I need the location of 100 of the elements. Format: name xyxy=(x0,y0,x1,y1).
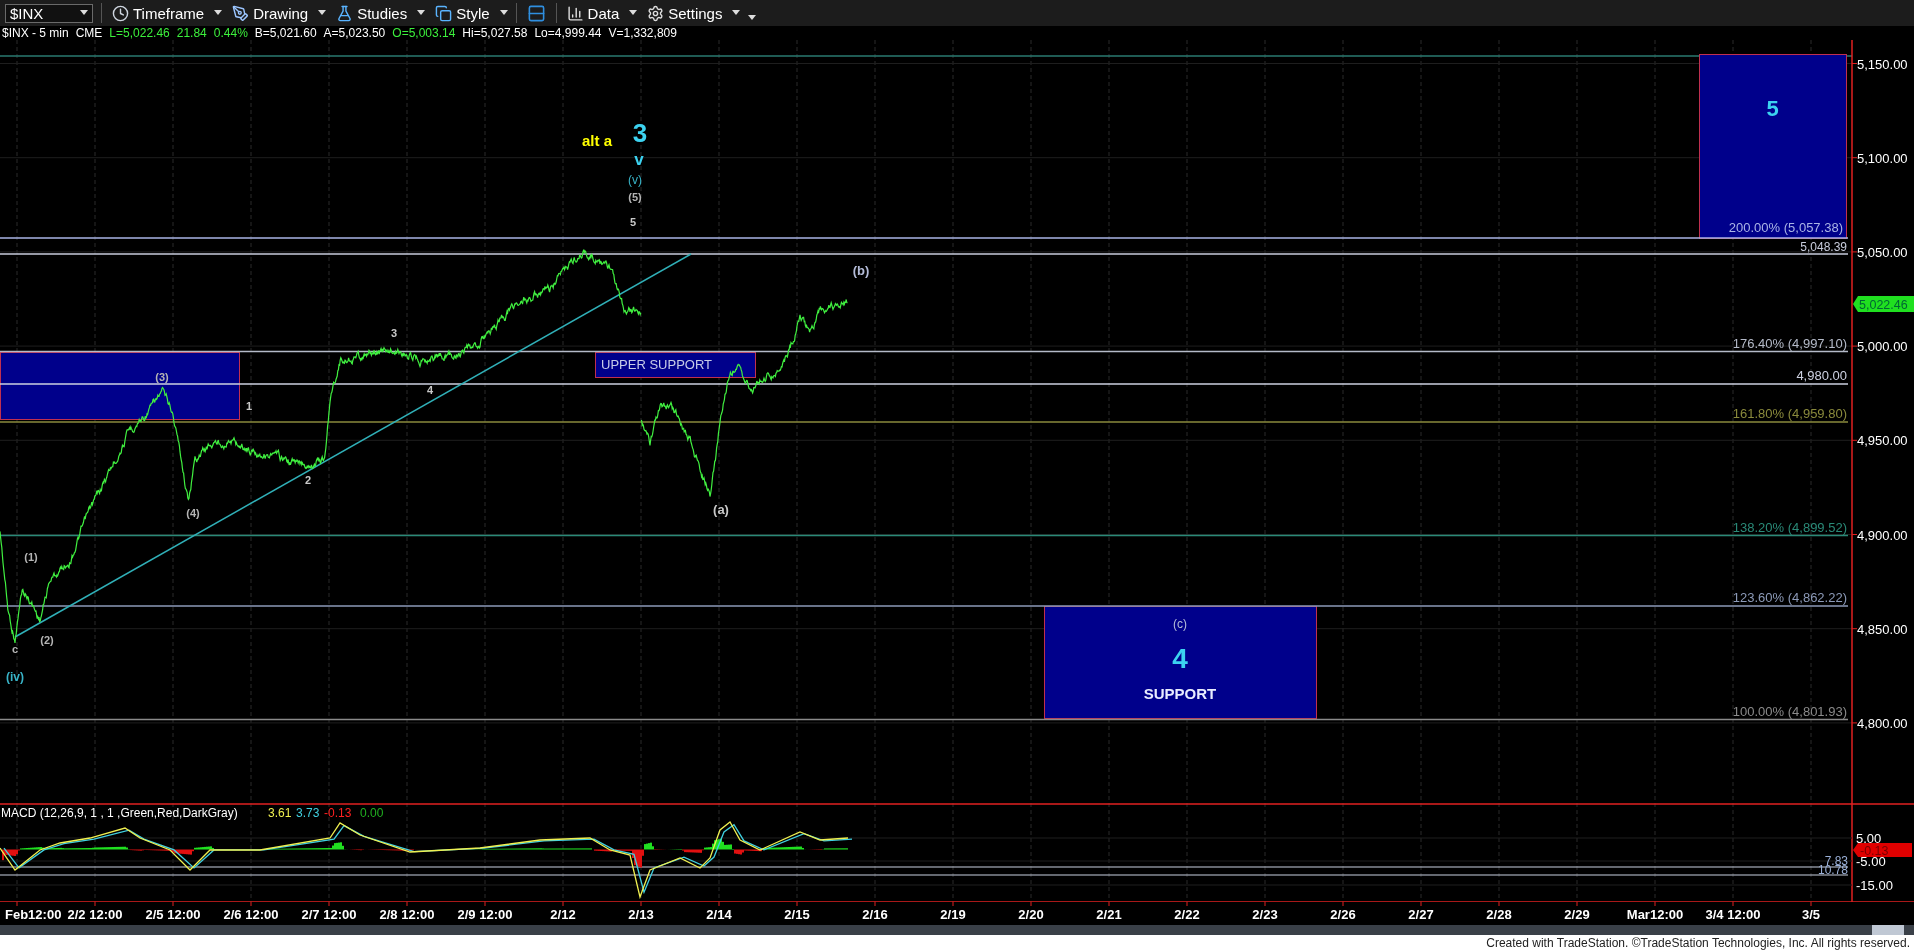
wave-label: (a) xyxy=(713,502,729,517)
drawing-button[interactable]: Drawing xyxy=(230,2,311,24)
date-axis-label: 2/20 xyxy=(1018,907,1044,922)
date-axis-label: 2/14 xyxy=(706,907,732,922)
wave-label: 1 xyxy=(245,400,253,412)
date-axis-label: 3/5 xyxy=(1801,907,1821,922)
date-axis-label: 2/26 xyxy=(1330,907,1356,922)
scrollbar-thumb[interactable] xyxy=(1872,925,1904,935)
pen-icon xyxy=(232,4,250,22)
date-axis-label: 2/8 12:00 xyxy=(379,907,435,922)
wave-label: (v) xyxy=(628,173,642,187)
settings-button[interactable]: Settings xyxy=(645,2,725,24)
wave-label: 4 xyxy=(426,384,434,396)
zone-label: UPPER SUPPORT xyxy=(601,357,712,372)
level-label: 4,980.00 xyxy=(1796,368,1847,383)
price-axis-label: 5,100.00 xyxy=(1857,150,1908,166)
macd-value: -0.13 xyxy=(324,806,352,820)
date-axis-label: 2/27 xyxy=(1408,907,1434,922)
date-axis-label: 2/5 12:00 xyxy=(145,907,201,922)
level-label: 200.00% (5,057.38) xyxy=(1728,220,1843,235)
quote-value: B=5,021.60 xyxy=(254,26,317,40)
price-axis-label: 4,800.00 xyxy=(1857,715,1908,731)
flask-icon xyxy=(336,4,354,22)
wave-number: 4 xyxy=(1172,643,1188,674)
settings-icon xyxy=(647,4,665,22)
quote-value: 21.84 xyxy=(176,26,207,40)
studies-button[interactable]: Studies xyxy=(334,2,410,24)
quote-value: V=1,332,809 xyxy=(608,26,677,40)
timeframe-button[interactable]: Timeframe xyxy=(110,2,207,24)
price-axis-label: 5,150.00 xyxy=(1857,56,1908,72)
date-axis-label: 2/29 xyxy=(1564,907,1590,922)
wave-label: (2) xyxy=(40,634,54,646)
wave-label: (4) xyxy=(186,507,200,519)
date-axis-label: 2/15 xyxy=(784,907,810,922)
macd-axis-label: 5.00 xyxy=(1856,831,1882,846)
quote-value: $INX - 5 min xyxy=(2,26,69,40)
quote-value: Lo=4,999.44 xyxy=(534,26,602,40)
date-axis-label: 2/9 12:00 xyxy=(457,907,513,922)
macd-value: 3.73 xyxy=(296,806,320,820)
scrollbar[interactable] xyxy=(0,925,1914,935)
data-button[interactable]: Data xyxy=(564,2,622,24)
price-axis-label: 5,000.00 xyxy=(1857,339,1908,355)
caret-icon[interactable] xyxy=(417,10,426,16)
wave-label: 5 xyxy=(629,216,637,228)
date-axis-label: Mar12:00 xyxy=(1626,907,1684,922)
date-axis-label: 2/16 xyxy=(862,907,888,922)
wave-label: (1) xyxy=(24,551,38,563)
caret-icon[interactable] xyxy=(80,10,88,16)
wave-label: (3) xyxy=(155,371,169,383)
wave-label: 3 xyxy=(390,327,398,339)
level-label: 5,048.39 xyxy=(1800,240,1847,254)
quote-value: CME xyxy=(75,26,103,40)
clock-icon xyxy=(112,4,129,22)
last-price-tag: 5,022.46 xyxy=(1853,296,1914,312)
wave-label: (c) xyxy=(1173,617,1187,631)
date-axis-label: 2/12 xyxy=(550,907,576,922)
level-label: 123.60% (4,862.22) xyxy=(1732,590,1847,605)
wave-number: 5 xyxy=(1766,96,1779,121)
price-axis-label: 5,050.00 xyxy=(1857,244,1908,260)
price-axis-label: 4,850.00 xyxy=(1857,621,1908,637)
quote-value: 0.44% xyxy=(213,26,248,40)
wave-label: 3 xyxy=(632,118,648,148)
date-axis-label: 2/21 xyxy=(1096,907,1122,922)
date-axis-label: 2/19 xyxy=(940,907,966,922)
wave-label: (5) xyxy=(628,191,642,203)
level-label: 161.80% (4,959.80) xyxy=(1732,406,1847,421)
quote-value: L=5,022.46 xyxy=(109,26,170,40)
wave-label: 2 xyxy=(304,474,312,486)
macd-axis-label: -15.00 xyxy=(1856,878,1893,893)
wave-label: alt a xyxy=(582,132,612,149)
zone-label: SUPPORT xyxy=(1143,685,1217,702)
squares-icon xyxy=(435,4,453,22)
level-label: 100.00% (4,801.93) xyxy=(1732,703,1847,719)
date-axis-label: 2/28 xyxy=(1486,907,1512,922)
macd-value: 0.00 xyxy=(360,806,384,820)
date-axis-label: 2/22 xyxy=(1174,907,1200,922)
quote-value: A=5,023.50 xyxy=(323,26,386,40)
macd-value: 3.61 xyxy=(268,806,292,820)
macd-last-tag: -0.13 xyxy=(1853,843,1912,858)
wave-label: c xyxy=(11,643,19,655)
caret-icon[interactable] xyxy=(499,10,508,16)
level-label: 176.40% (4,997.10) xyxy=(1732,335,1847,351)
caret-icon[interactable] xyxy=(214,10,223,16)
level-label: 138.20% (4,899.52) xyxy=(1732,519,1847,535)
date-axis-label: 2/2 12:00 xyxy=(67,907,123,922)
date-axis-label: 2/23 xyxy=(1252,907,1278,922)
caret-icon[interactable] xyxy=(629,10,638,16)
layout-icon xyxy=(526,3,546,23)
style-button[interactable]: Style xyxy=(433,2,492,24)
date-axis-label: 2/13 xyxy=(628,907,654,922)
wave-label: v xyxy=(634,150,644,169)
macd-title: MACD (12,26,9, 1 , 1 ,Green,Red,DarkGray) xyxy=(1,806,238,820)
wave-label: (iv) xyxy=(6,670,24,684)
symbol-field[interactable]: $INX xyxy=(5,3,93,23)
date-axis-label: Feb12:00 xyxy=(5,907,62,922)
wave-label: (b) xyxy=(852,263,870,278)
quote-value: Hi=5,027.58 xyxy=(462,26,528,40)
quote-value: O=5,003.14 xyxy=(392,26,456,40)
caret-icon[interactable] xyxy=(318,10,327,16)
date-axis-label: 3/4 12:00 xyxy=(1705,907,1761,922)
